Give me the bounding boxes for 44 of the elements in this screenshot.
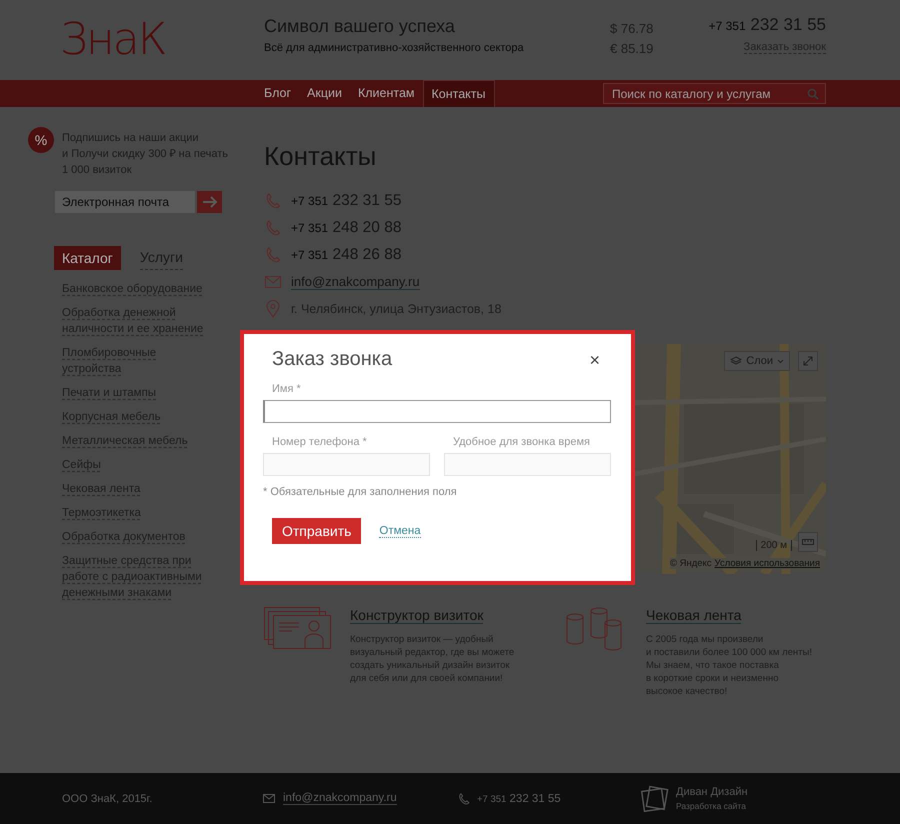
- field-label: Номер телефона *: [271, 436, 368, 448]
- sidebar-tab[interactable]: Каталог: [54, 246, 121, 270]
- layers-icon: [730, 356, 742, 366]
- dialog-title: Заказ звонка: [272, 348, 392, 371]
- nav-item[interactable]: Блог: [256, 80, 300, 107]
- discount-badge: %: [28, 127, 54, 153]
- developer-link[interactable]: Диван Дизайн: [676, 786, 748, 798]
- ruler-button[interactable]: [798, 532, 818, 552]
- cancel-link[interactable]: Отмена: [379, 524, 421, 538]
- email-field[interactable]: Электронная почта: [55, 191, 195, 213]
- developer-note: Разработка сайта: [676, 801, 747, 811]
- logo[interactable]: ЗнаК: [0, 0, 264, 80]
- field-label: Удобное для звонка время: [452, 436, 591, 448]
- caret-icon: [777, 358, 784, 364]
- subscribe-button[interactable]: [197, 191, 222, 213]
- search-field[interactable]: Поиск по каталогу и услугам: [603, 83, 826, 104]
- copyright-text: ООО ЗнаК, 2015г.: [62, 792, 154, 804]
- nav-item[interactable]: Акции: [299, 80, 350, 107]
- arrow-icon: [202, 196, 218, 208]
- phone-icon: [458, 792, 470, 804]
- fullscreen-button[interactable]: [798, 351, 818, 371]
- envelope-icon: [264, 276, 282, 288]
- ruler-icon: [802, 539, 814, 545]
- site-subtitle: Всё для административно-хозяйственного сектора: [264, 42, 525, 54]
- business-cards-icon: [264, 607, 332, 649]
- input-field[interactable]: [263, 400, 611, 423]
- field-label: Имя *: [271, 383, 302, 395]
- close-button[interactable]: ×: [589, 350, 600, 368]
- search-icon[interactable]: [807, 88, 819, 100]
- footer-phone: +7 351 232 31 55: [477, 792, 561, 804]
- footer-email-link[interactable]: info@znakcompany.ru: [283, 792, 397, 805]
- nav-item[interactable]: Клиентам: [350, 80, 422, 107]
- envelope-icon: [263, 794, 275, 803]
- phone-icon: [264, 220, 282, 236]
- submit-button[interactable]: Отправить: [272, 518, 362, 544]
- phone-icon: [264, 192, 282, 208]
- expand-icon: [803, 356, 813, 366]
- terms-link[interactable]: Условия использования: [714, 558, 820, 569]
- nav-item[interactable]: Контакты: [422, 80, 494, 107]
- phone-icon: [264, 246, 282, 262]
- map-copyright: © Яндекс: [670, 558, 712, 569]
- sofa-logo-icon: [640, 784, 670, 812]
- required-note: * Обязательные для заполнения поля: [263, 486, 458, 498]
- map-pin-icon: [264, 300, 282, 318]
